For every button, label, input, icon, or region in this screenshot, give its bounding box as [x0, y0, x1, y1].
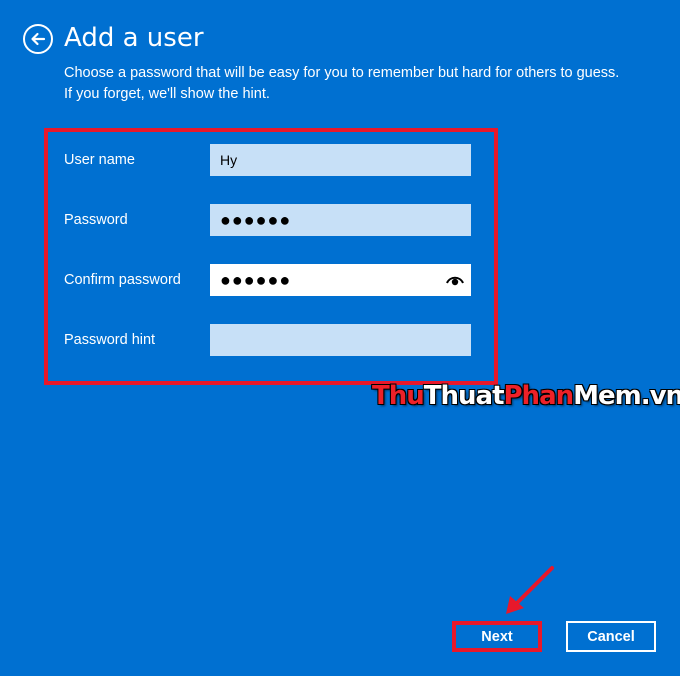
username-row: User name [64, 144, 474, 176]
eye-icon [446, 276, 464, 286]
password-label: Password [64, 212, 128, 228]
confirm-password-input[interactable] [210, 264, 471, 296]
watermark-part5: .vn [640, 381, 680, 411]
back-button[interactable] [23, 24, 53, 54]
next-button-label: Next [481, 628, 513, 645]
cancel-button[interactable]: Cancel [566, 621, 656, 652]
password-hint-input[interactable] [210, 324, 471, 356]
next-button[interactable]: Next [452, 621, 542, 652]
confirm-password-label: Confirm password [64, 272, 181, 288]
watermark: ThuThuatPhanMem.vn [372, 381, 680, 411]
watermark-part4: Mem [573, 381, 642, 411]
watermark-part1: Thu [372, 381, 425, 411]
watermark-part3: Phan [503, 381, 575, 411]
password-input[interactable] [210, 204, 471, 236]
username-label: User name [64, 152, 135, 168]
annotation-arrow-icon [506, 566, 554, 614]
cancel-button-label: Cancel [587, 628, 635, 645]
back-arrow-icon [31, 32, 46, 46]
reveal-password-button[interactable] [441, 266, 469, 294]
username-input[interactable] [210, 144, 471, 176]
password-row: Password [64, 204, 474, 236]
watermark-part2: Thuat [423, 381, 505, 411]
password-hint-label: Password hint [64, 332, 156, 348]
page-description: Choose a password that will be easy for … [64, 65, 620, 102]
password-hint-row: Password hint [64, 324, 474, 356]
confirm-password-row: Confirm password [64, 264, 474, 296]
page-title: Add a user [64, 23, 204, 53]
